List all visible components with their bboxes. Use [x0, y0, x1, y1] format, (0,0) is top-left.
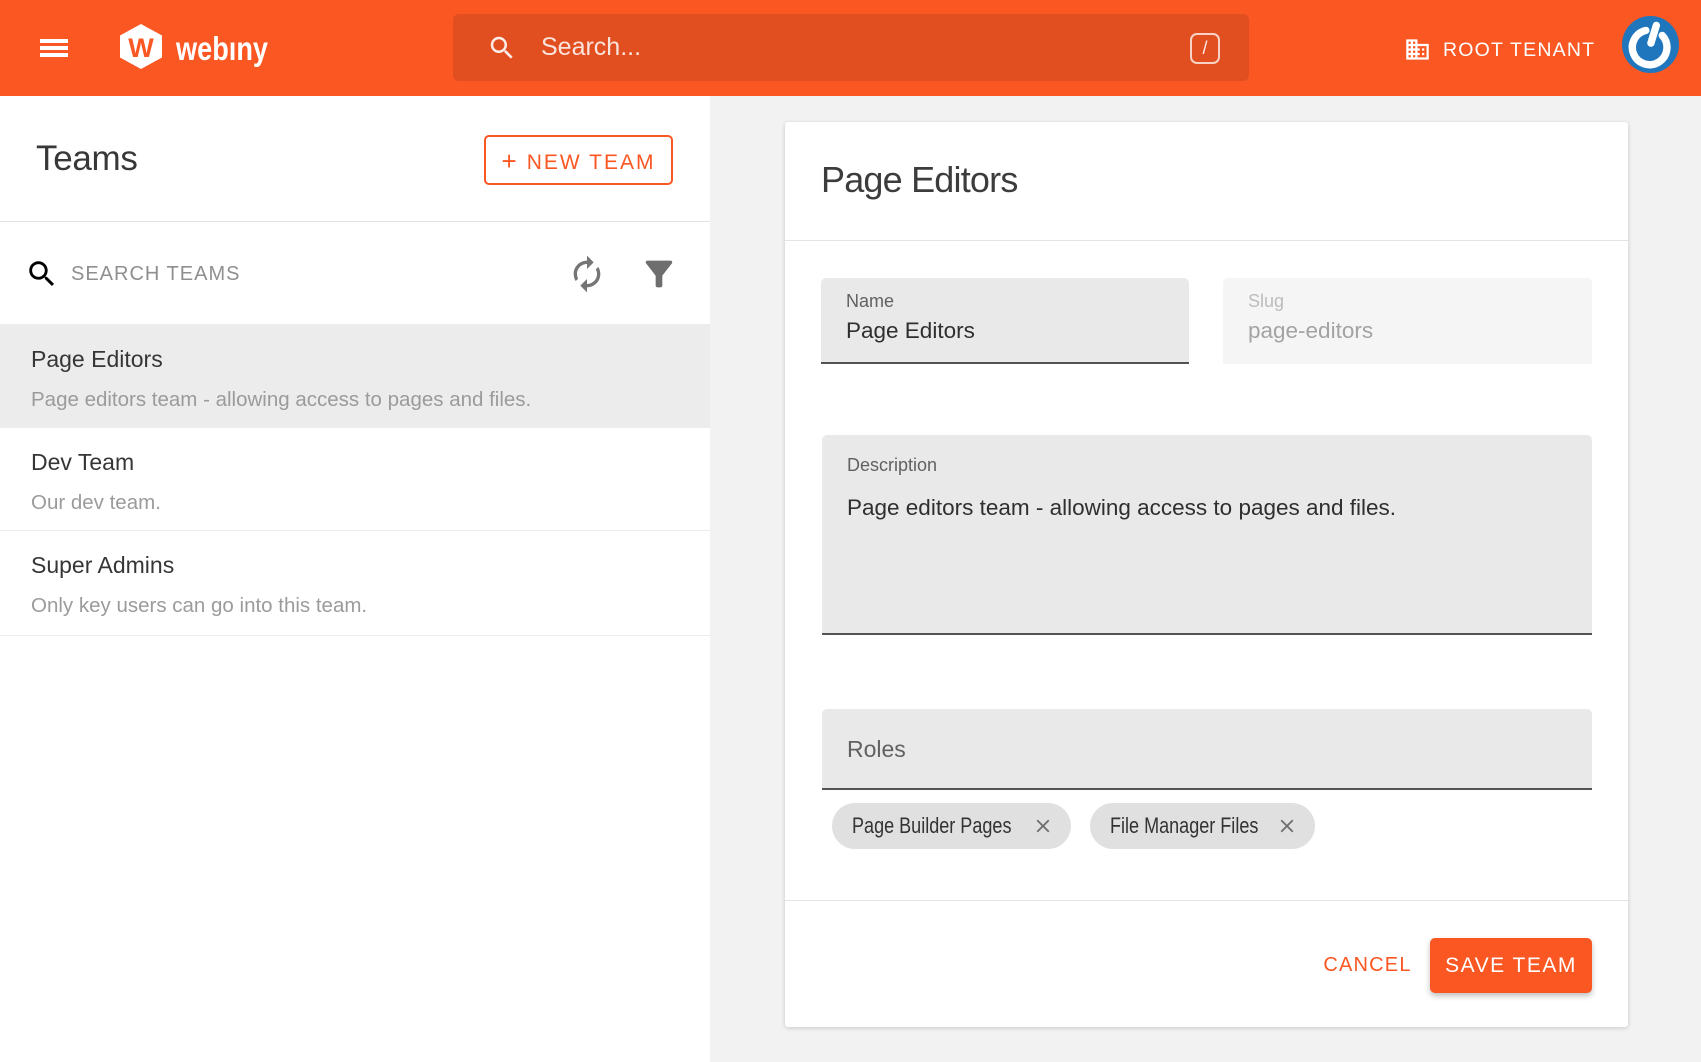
svg-text:W: W	[128, 33, 154, 63]
svg-text:webıny: webıny	[176, 30, 269, 67]
